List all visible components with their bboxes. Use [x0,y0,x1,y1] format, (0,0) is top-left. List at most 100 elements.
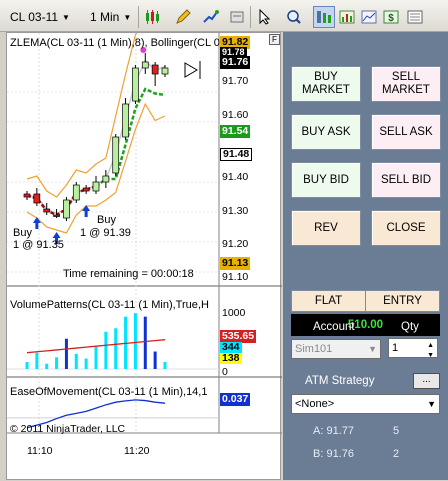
volume-bar [114,328,118,369]
bar-chart-icon[interactable] [336,6,358,28]
account-dropdown[interactable]: Sim101 ▼ [291,339,381,359]
bollinger-upper-line [26,33,138,198]
properties-icon[interactable] [226,6,248,28]
price-tag-bottom: 91.13 [220,257,251,270]
data-box-icon[interactable] [404,6,426,28]
candle [33,193,41,204]
price-tick: 91.30 [222,205,249,217]
pencil-icon[interactable] [172,6,194,28]
volume-tick: 0 [222,366,228,378]
interval-selector[interactable]: 1 Min ▼ [90,7,131,27]
price-tick: 91.20 [222,238,249,250]
candle [92,181,100,192]
chart-trader-icon[interactable] [313,6,335,28]
candlestick-style-icon[interactable] [142,6,164,28]
sell-bid-button[interactable]: SELL BID [371,162,441,198]
candle [82,187,90,192]
buy-arrow-icon [32,217,41,229]
interval-label: 1 Min [90,10,120,24]
atm-strategy-button[interactable]: ... [413,373,440,389]
chart-panel[interactable]: ZLEMA(CL 03-11 (1 Min),8), Bollinger(CL … [6,32,282,480]
price-tick: 91.40 [222,171,249,183]
chevron-down-icon: ▼ [123,12,132,22]
toolbar-divider [250,6,251,28]
chart-toolbar: CL 03-11 ▼ 1 Min ▼ $ [0,0,448,32]
copyright-text: © 2011 NinjaTrader, LLC [10,423,126,435]
play-arrow-icon [184,62,198,78]
instrument-label: CL 03-11 [10,10,59,24]
bollinger-lower-line [26,102,166,234]
candle [63,199,70,219]
chevron-down-icon: ▼ [427,399,436,409]
chevron-down-icon[interactable]: ▼ [427,347,434,365]
volume-bar [94,346,98,369]
atm-strategy-value: <None> [295,398,335,410]
price-tick: 91.60 [222,109,249,121]
volume-bar [45,363,49,369]
volume-bar [25,362,29,369]
quantity-value: 1 [392,342,399,354]
time-remaining-text: Time remaining = 00:00:18 [63,268,194,280]
svg-text:$: $ [388,13,394,24]
reverse-button[interactable]: REV [291,210,361,246]
candle [141,61,149,69]
candle [23,193,31,198]
account-value: Sim101 [295,343,333,355]
ask-size-label: 5 [393,425,400,437]
candle [53,214,60,217]
buy-marker-detail-1: 1 @ 91.35 [13,239,64,251]
bid-price-label: B: 91.76 [313,448,354,460]
price-tag-zlema: 91.54 [220,125,251,138]
buy-marker-label-1: Buy [13,227,32,239]
buy-market-button[interactable]: BUY MARKET [291,66,361,102]
candle [112,136,120,174]
qty-label: Qty [401,321,419,333]
price-tag-bollinger: 91.48 [220,148,253,161]
position-status-entry: ENTRY [383,295,422,307]
stats-icon[interactable] [358,6,380,28]
sell-ask-button[interactable]: SELL ASK [371,114,441,150]
instrument-selector[interactable]: CL 03-11 ▼ [10,7,70,27]
candle [102,175,110,183]
candle [132,67,139,102]
buy-bid-button[interactable]: BUY BID [291,162,361,198]
candle [43,208,51,213]
chevron-down-icon: ▼ [368,344,377,354]
buy-arrow-icon [82,205,91,217]
bid-size-label: 2 [393,448,400,460]
time-tick: 11:20 [124,445,150,457]
volume-bar [55,357,59,369]
atm-strategy-dropdown[interactable]: <None> ▼ [291,394,440,414]
time-tick: 11:10 [27,445,53,457]
eom-tag: 0.037 [220,393,251,406]
buy-marker-detail-2: 1 @ 91.39 [80,227,131,239]
volume-bar [104,331,108,369]
zoom-icon[interactable] [283,6,305,28]
volume-bar [84,358,88,369]
collapse-panel-button[interactable]: F [269,34,280,45]
close-position-button[interactable]: CLOSE [371,210,441,246]
price-tag-last: 91.76 [220,56,251,69]
ask-price-label: A: 91.77 [313,425,354,437]
volume-bar [143,316,147,369]
candle [161,67,169,75]
sell-market-button[interactable]: SELL MARKET [371,66,441,102]
dollar-icon[interactable]: $ [380,6,402,28]
atm-strategy-label: ATM Strategy [305,375,375,387]
eom-panel-title: EaseOfMovement(CL 03-11 (1 Min),14,1 [10,386,208,398]
volume-tag-yellow: 138 [220,352,242,364]
price-tick: 91.10 [222,271,249,283]
account-label: Account [313,321,355,333]
toolbar-divider [138,6,139,28]
pointer-icon[interactable] [254,6,276,28]
volume-panel-title: VolumePatterns(CL 03-11 (1 Min),True,H [10,299,209,311]
buy-ask-button[interactable]: BUY ASK [291,114,361,150]
candle [72,184,80,201]
position-status-row: FLAT ENTRY [291,290,440,312]
volume-bar [133,313,137,369]
price-tick: 91.70 [222,75,249,87]
add-indicator-icon[interactable] [200,6,222,28]
quantity-stepper[interactable]: 1 ▲ ▼ [388,338,438,359]
volume-bar [64,338,68,369]
volume-bar [74,353,78,369]
